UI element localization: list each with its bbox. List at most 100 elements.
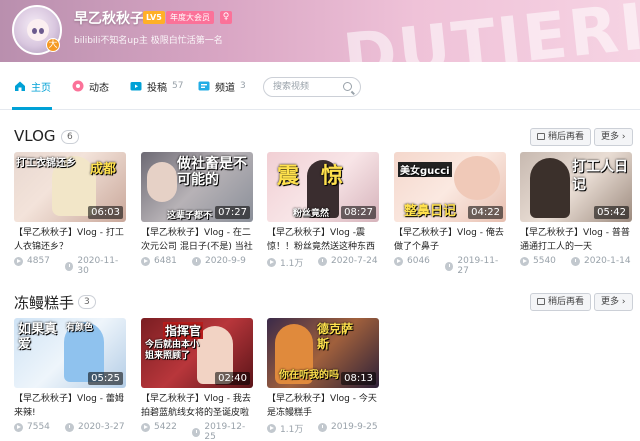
search-input[interactable]: 搜索视频 xyxy=(263,77,361,97)
video-title[interactable]: 【早乙秋秋子】Vlog - 打工人衣锦还乡？ xyxy=(14,226,126,254)
section-title: VLOG xyxy=(14,127,56,145)
chevron-right-icon: › xyxy=(621,297,626,307)
watch-later-button[interactable]: 稍后再看 xyxy=(530,128,592,146)
thumb-caption: 你在听我的吗 xyxy=(279,370,339,381)
channel-icon xyxy=(198,81,210,91)
search-icon[interactable] xyxy=(343,82,352,91)
view-count: 7554 xyxy=(14,422,50,432)
channel-count: 3 xyxy=(240,81,246,91)
banner-artwork: DUTIERI xyxy=(339,0,640,62)
section-title: 冻鳗糕手 xyxy=(14,294,75,312)
publish-date: 2020-7-24 xyxy=(318,256,378,266)
publish-date: 2020-3-27 xyxy=(65,422,125,432)
avatar-eye xyxy=(32,28,37,34)
view-count: 5540 xyxy=(520,256,556,266)
video-title[interactable]: 【早乙秋秋子】Vlog - 今天是冻鳗糕手 xyxy=(267,392,379,420)
view-count: 6046 xyxy=(394,256,430,266)
video-duration: 05:42 xyxy=(594,206,629,219)
tab-label: 动态 xyxy=(89,82,109,94)
thumb-caption: 德克萨斯 xyxy=(317,322,354,351)
video-title[interactable]: 【早乙秋秋子】Vlog - 我去拍碧蓝航线女将的圣诞皮啦 xyxy=(141,392,253,420)
play-count-icon xyxy=(14,422,23,432)
video-title[interactable]: 【早乙秋秋子】Vlog - 俺去做了个鼻子 xyxy=(394,226,506,254)
profile-banner: DUTIERI 大 早乙秋秋子 LV5 年度大会员 ♀ bilibili不知名u… xyxy=(0,0,640,62)
more-button[interactable]: 更多 › xyxy=(594,293,633,311)
thumb-caption: 有颜色 xyxy=(66,323,94,333)
publish-date-value: 2019-9-25 xyxy=(331,422,378,432)
watch-later-button[interactable]: 稍后再看 xyxy=(530,293,592,311)
publish-date: 2020-11-30 xyxy=(65,256,126,276)
play-count-icon xyxy=(141,422,150,432)
video-thumbnail[interactable]: 做社畜是不可能的 这辈子都不 07:27 xyxy=(141,152,253,222)
publish-date-value: 2020-7-24 xyxy=(331,256,378,266)
video-thumbnail[interactable]: 美女gucci 整鼻日记 04:22 xyxy=(394,152,506,222)
tab-label: 主页 xyxy=(31,82,51,94)
upload-count: 57 xyxy=(172,81,184,91)
view-count: 5422 xyxy=(141,422,177,432)
home-icon xyxy=(15,81,25,91)
tab-dynamic[interactable]: 动态 xyxy=(72,62,109,110)
tab-label: 投稿 xyxy=(147,82,167,94)
vip-badge[interactable]: 年度大会员 xyxy=(166,11,214,24)
publish-date-value: 2019-12-25 xyxy=(204,422,246,441)
play-count-icon xyxy=(267,424,276,433)
video-thumbnail[interactable]: 德克萨斯 你在听我的吗 08:13 xyxy=(267,318,379,388)
level-badge: LV5 xyxy=(143,11,165,24)
thumb-caption: 今后就由本小姐来照顾了 xyxy=(145,340,200,361)
button-label: 更多 xyxy=(601,297,620,307)
video-thumbnail[interactable]: 如果真爱 有颜色 05:25 xyxy=(14,318,126,388)
video-duration: 06:03 xyxy=(88,206,123,219)
view-count-value: 1.1万 xyxy=(280,425,304,435)
view-count: 6481 xyxy=(141,256,177,266)
video-title[interactable]: 【早乙秋秋子】Vlog - 在二次元公司 混日子(不是) 当社畜 xyxy=(141,226,253,254)
video-thumbnail[interactable]: 打工人日记 05:42 xyxy=(520,152,632,222)
upload-icon xyxy=(130,82,142,91)
clock-icon xyxy=(445,261,454,271)
view-count: 1.1万 xyxy=(267,256,303,269)
video-duration: 08:13 xyxy=(341,372,376,385)
publish-date-value: 2020-3-27 xyxy=(78,422,125,432)
tab-home[interactable]: 主页 xyxy=(14,62,51,110)
section-count-badge: 6 xyxy=(61,130,79,144)
thumb-caption: 成都 xyxy=(90,162,117,177)
publish-date: 2019-11-27 xyxy=(445,256,506,276)
more-button[interactable]: 更多 › xyxy=(594,128,633,146)
active-tab-indicator xyxy=(12,107,52,110)
view-count-value: 1.1万 xyxy=(280,259,304,269)
publish-date: 2020-1-14 xyxy=(571,256,631,266)
thumb-figure xyxy=(454,156,500,200)
view-count-value: 5540 xyxy=(533,256,556,266)
thumb-caption: 如果真爱 xyxy=(18,322,58,352)
thumb-figure xyxy=(530,158,570,218)
video-title[interactable]: 【早乙秋秋子】Vlog -震惊！！粉丝竟然送这种东西 女 xyxy=(267,226,379,254)
view-count-value: 6481 xyxy=(154,256,177,266)
avatar-badge-icon: 大 xyxy=(46,38,60,52)
view-count-value: 6046 xyxy=(407,256,430,266)
avatar-face xyxy=(27,19,49,41)
thumb-caption: 做社畜是不可能的 xyxy=(177,156,247,188)
view-count-value: 5422 xyxy=(154,422,177,432)
video-title[interactable]: 【早乙秋秋子】Vlog - 蕾姆来辣! xyxy=(14,392,126,420)
button-label: 更多 xyxy=(601,132,620,142)
play-count-icon xyxy=(14,256,23,266)
video-duration: 02:40 xyxy=(215,372,250,385)
avatar-eye xyxy=(39,28,44,34)
video-thumbnail[interactable]: 指挥官 今后就由本小姐来照顾了 02:40 xyxy=(141,318,253,388)
video-thumbnail[interactable]: 震惊 粉丝竟然 08:27 xyxy=(267,152,379,222)
view-count-value: 7554 xyxy=(27,422,50,432)
tab-channel[interactable]: 频道 3 xyxy=(198,62,246,110)
play-count-icon xyxy=(267,258,276,267)
clock-icon xyxy=(65,261,74,271)
video-title[interactable]: 【早乙秋秋子】Vlog - 普普通通打工人的一天 xyxy=(520,226,632,254)
username: 早乙秋秋子 xyxy=(74,11,144,27)
tab-upload[interactable]: 投稿 57 xyxy=(130,62,183,110)
thumb-caption: 这辈子都不 xyxy=(167,211,213,221)
video-duration: 08:27 xyxy=(341,206,376,219)
thumb-figure xyxy=(147,162,177,202)
video-duration: 04:22 xyxy=(468,206,503,219)
video-thumbnail[interactable]: 打工衣锦还乡 成都 06:03 xyxy=(14,152,126,222)
female-gender-icon: ♀ xyxy=(220,11,232,24)
clock-icon xyxy=(318,256,327,266)
view-count-value: 4857 xyxy=(27,256,50,266)
clock-icon xyxy=(65,422,74,432)
